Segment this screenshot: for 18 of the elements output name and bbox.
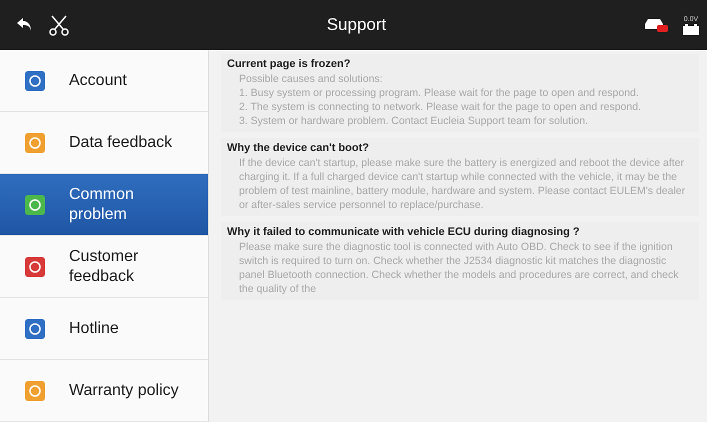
sidebar-item[interactable]: Warranty policy: [0, 360, 208, 422]
sidebar-item[interactable]: Account: [0, 50, 208, 112]
scissors-icon[interactable]: [48, 14, 70, 36]
sidebar-item[interactable]: Common problem: [0, 174, 208, 236]
faq-answer: Possible causes and solutions:: [238, 72, 384, 86]
faq-question: Why it failed to communicate with vehicle ECU during diagnosing ?: [227, 226, 581, 238]
faq-question: Why the device can't boot?: [227, 142, 370, 154]
sidebar-item[interactable]: Hotline: [0, 298, 208, 360]
faq-answer: 1. Busy system or processing program. Please wait for the page to open and respond.: [238, 86, 640, 100]
faq-answer: If the device can't startup, please make sure the battery is energized and reboot the device after charging it. If a full charged device can't startup while connected with the vehicle, it may be the problem of test mainline, battery module, hardware and system. Please contact EULEM's dealer or after-sales service personnel to replace/purchase.: [238, 156, 686, 212]
sidebar-item[interactable]: Customer feedback: [0, 236, 208, 298]
faq-answer: 2. The system is connecting to network. Please wait for the page to open and respond.: [238, 100, 642, 114]
back-icon[interactable]: [16, 17, 34, 33]
faq-answer: Please make sure the diagnostic tool is connected with Auto OBD. Check to see if the ignition switch is required to turn on. Check whether the J2534 diagnostic kit matches the diagnostic panel Bluetooth connection. Check whether the models and procedures are correct, and check the quality of the: [238, 240, 680, 296]
faq-answer: 3. System or hardware problem. Contact Eucleia Support team for solution.: [238, 114, 590, 128]
battery-icon: [683, 24, 699, 34]
page-title: Support: [326, 15, 388, 35]
faq-question: Current page is frozen?: [227, 58, 352, 70]
